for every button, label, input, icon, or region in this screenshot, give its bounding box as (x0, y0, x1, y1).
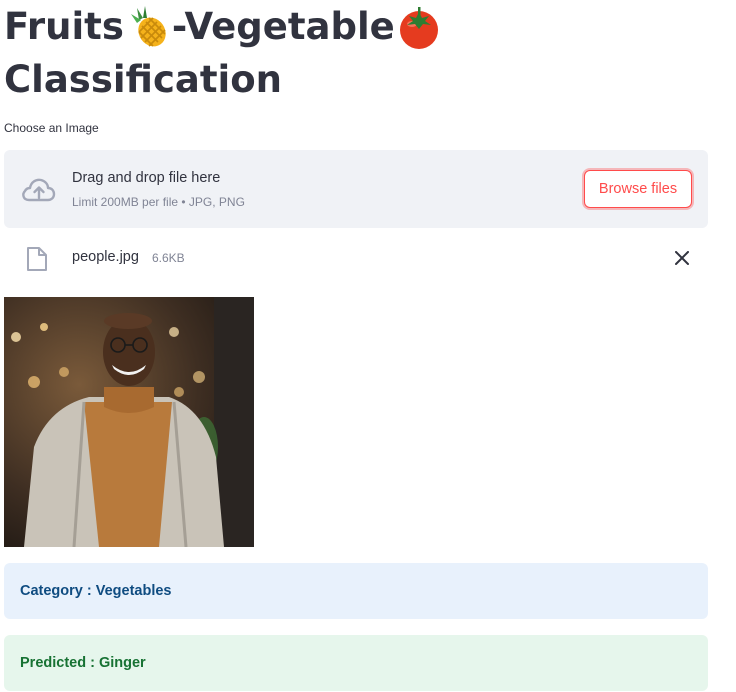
file-icon (27, 247, 47, 271)
tomato-icon (399, 6, 438, 49)
uploaded-file-row: people.jpg 6.6KB (4, 240, 708, 276)
close-icon (675, 251, 689, 265)
dropzone-limit: Limit 200MB per file • JPG, PNG (72, 195, 245, 209)
pineapple-icon (130, 5, 166, 47)
file-name: people.jpg (72, 249, 139, 265)
uploader-label: Choose an Image (4, 121, 99, 135)
file-dropzone[interactable]: Drag and drop file here Limit 200MB per … (4, 150, 708, 228)
file-size: 6.6KB (152, 251, 185, 265)
page-title: Fruits -Vegetable Classification (4, 0, 724, 106)
uploaded-image (4, 297, 254, 547)
cloud-upload-icon (22, 178, 56, 202)
dropzone-title: Drag and drop file here (72, 170, 221, 186)
browse-files-button[interactable]: Browse files (584, 170, 692, 208)
title-text-classification: Classification (4, 58, 282, 101)
prediction-alert: Predicted : Ginger (4, 635, 708, 691)
title-text-vegetable: -Vegetable (171, 5, 395, 48)
title-text-fruits: Fruits (4, 5, 124, 48)
remove-file-button[interactable] (670, 246, 694, 270)
category-alert: Category : Vegetables (4, 563, 708, 619)
